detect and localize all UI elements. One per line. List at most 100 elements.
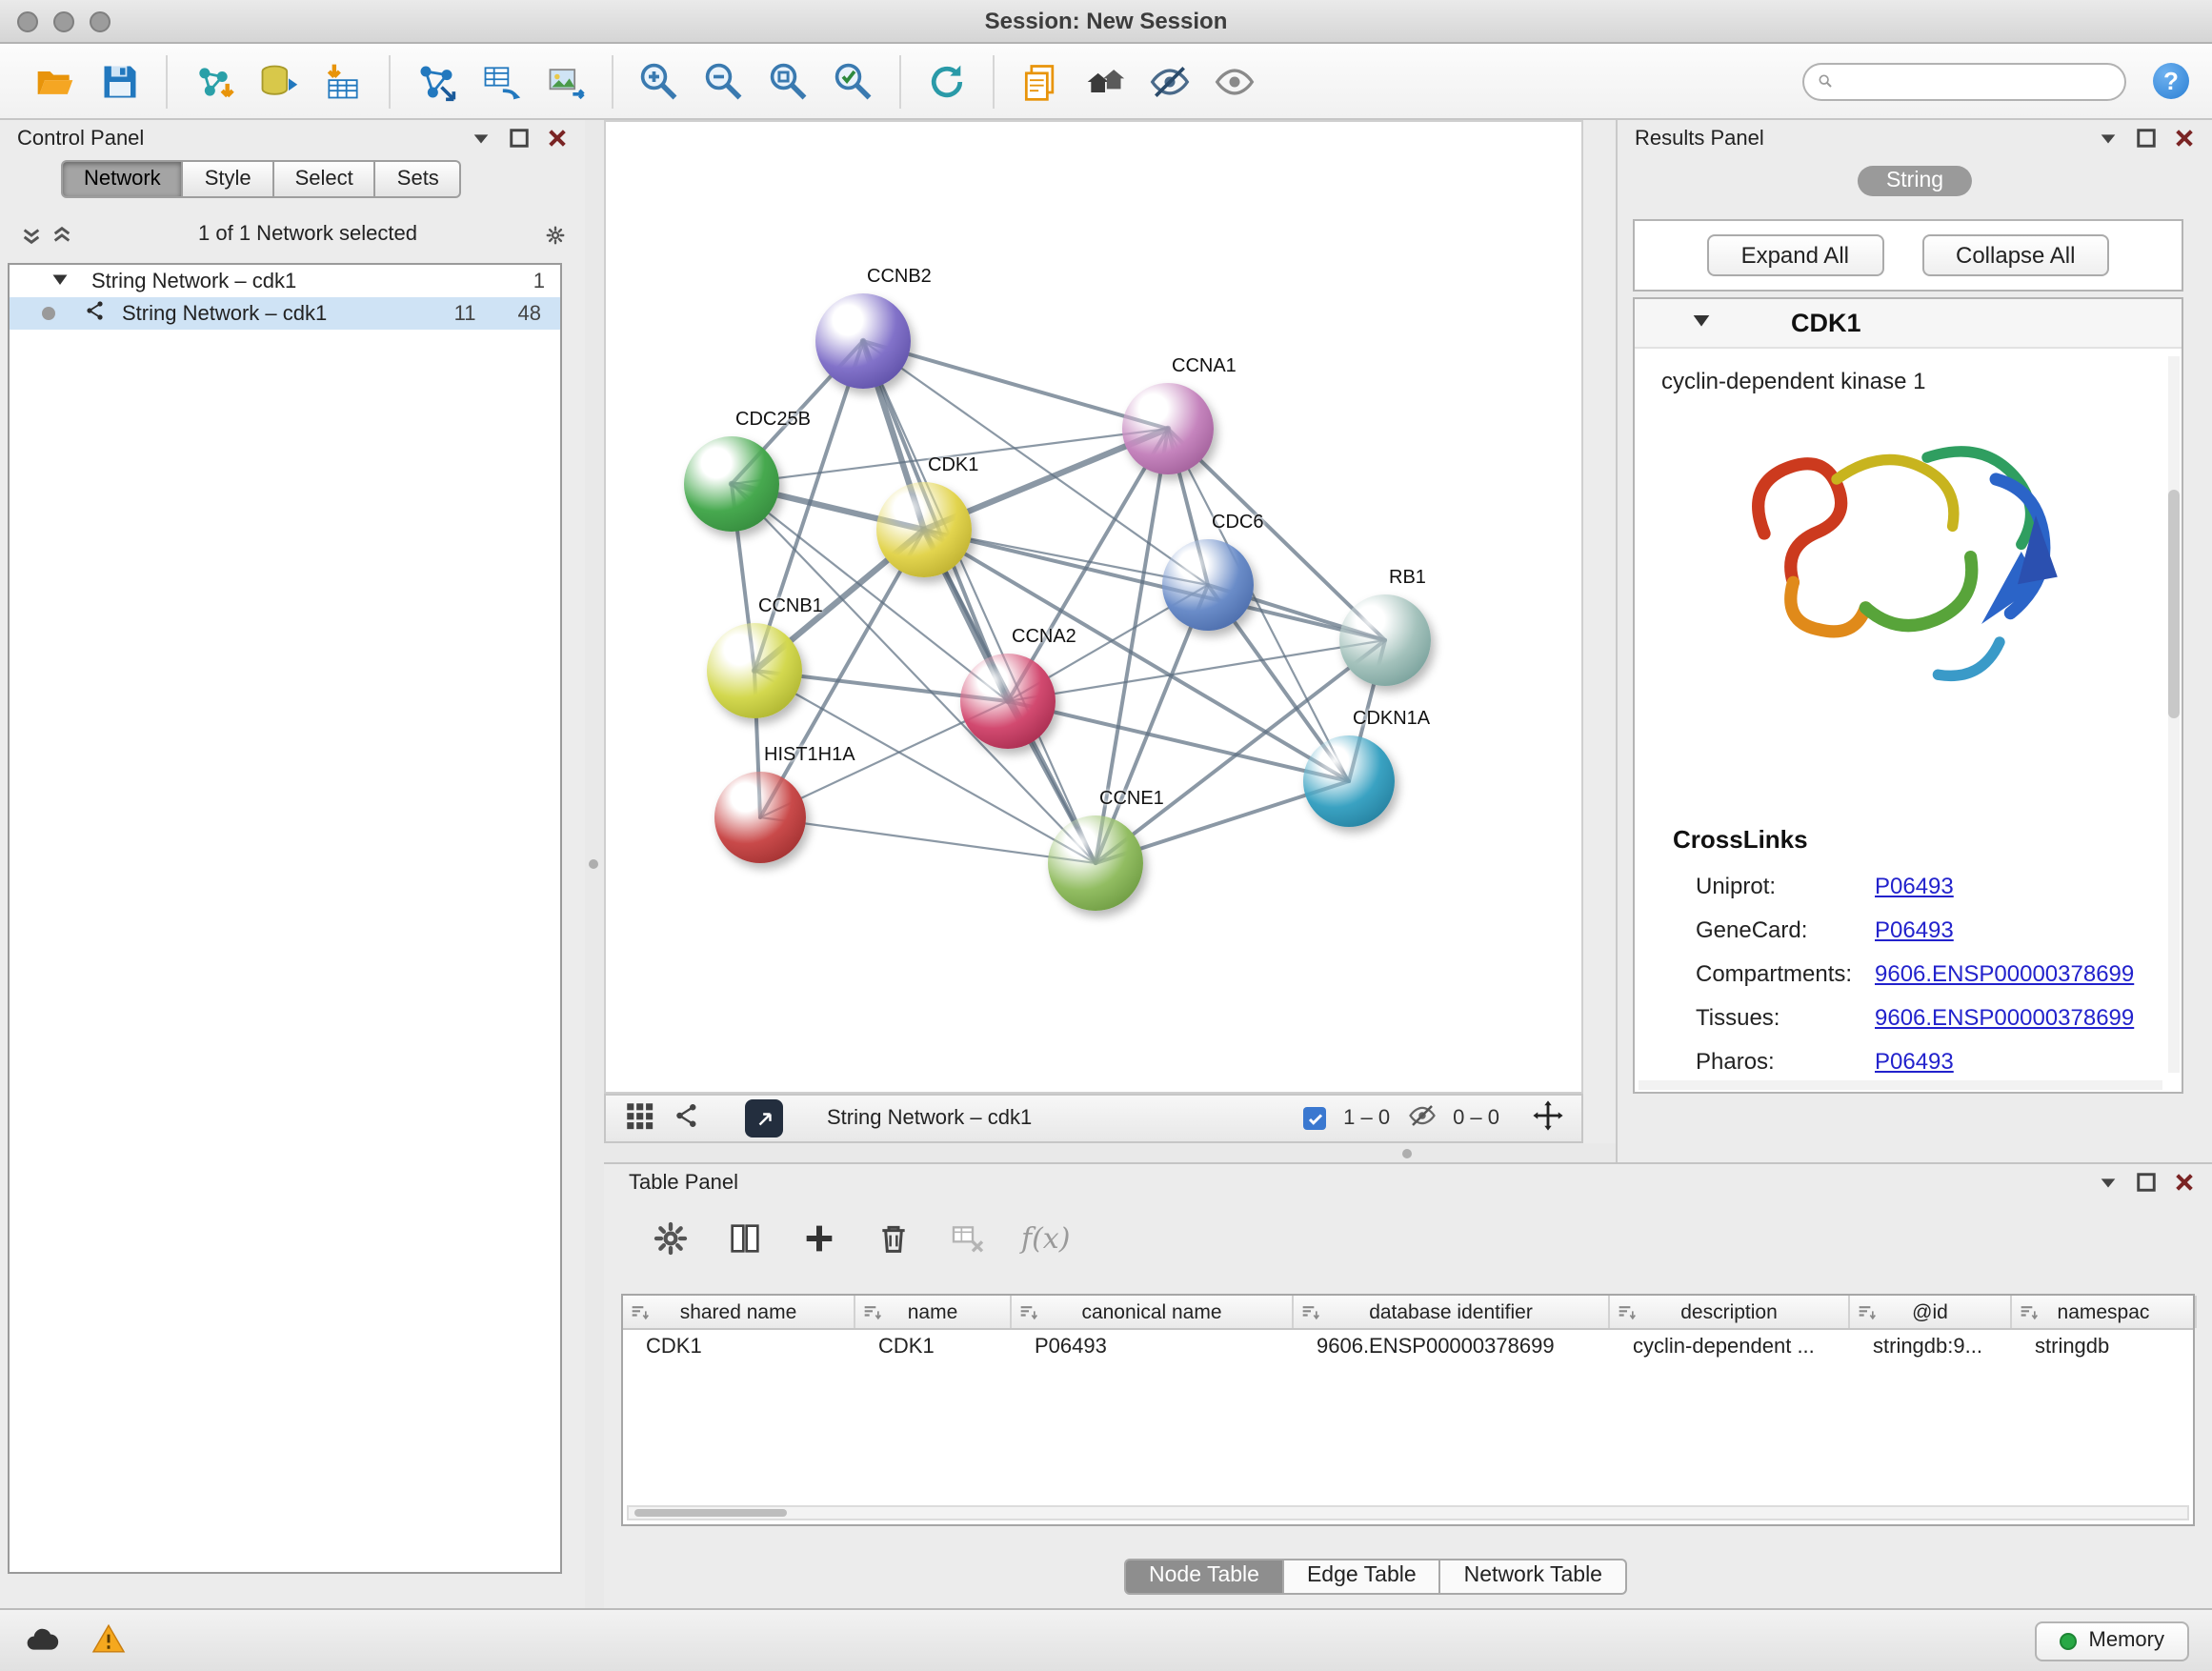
save-session-icon[interactable] xyxy=(97,58,143,104)
gear-icon[interactable] xyxy=(543,223,566,246)
node-cdkn1a[interactable] xyxy=(1303,735,1395,827)
show-columns-icon[interactable] xyxy=(724,1218,766,1259)
panel-menu-icon[interactable] xyxy=(469,127,492,150)
table-horizontal-scrollbar[interactable] xyxy=(627,1505,2189,1520)
search-icon xyxy=(1818,70,1833,91)
table-row[interactable]: CDK1CDK1P064939606.ENSP00000378699cyclin… xyxy=(623,1330,2193,1362)
home-icon[interactable] xyxy=(1082,58,1128,104)
column-header-namespac[interactable]: namespac xyxy=(2012,1296,2197,1328)
import-network-database-icon[interactable] xyxy=(255,58,301,104)
minimize-window-button[interactable] xyxy=(53,11,74,32)
zoom-in-icon[interactable] xyxy=(636,58,682,104)
column-header-description[interactable]: description xyxy=(1610,1296,1850,1328)
zoom-fit-icon[interactable] xyxy=(766,58,812,104)
search-input[interactable] xyxy=(1840,70,2111,92)
cloud-icon[interactable] xyxy=(23,1622,61,1659)
node-label-hist1h1a: HIST1H1A xyxy=(764,745,855,766)
close-panel-icon[interactable] xyxy=(545,127,568,150)
memory-button[interactable]: Memory xyxy=(2036,1621,2189,1661)
birdseye-grid-icon[interactable] xyxy=(623,1099,655,1137)
table-gear-icon[interactable] xyxy=(650,1218,692,1259)
zoom-window-button[interactable] xyxy=(90,11,111,32)
export-image-icon[interactable] xyxy=(543,58,589,104)
import-network-file-icon[interactable] xyxy=(191,58,236,104)
network-canvas[interactable]: CCNB2CCNA1CDC25BCDK1CDC6RB1CCNB1CCNA2CDK… xyxy=(604,120,1583,1094)
network-collection-row[interactable]: String Network – cdk1 1 xyxy=(10,265,560,297)
column-header-database-identifier[interactable]: database identifier xyxy=(1294,1296,1610,1328)
panel-menu-icon[interactable] xyxy=(2096,1171,2119,1194)
results-vertical-scrollbar[interactable] xyxy=(2168,356,2180,1073)
node-hist1h1a[interactable] xyxy=(714,772,806,863)
tab-sets[interactable]: Sets xyxy=(376,160,462,198)
float-panel-icon[interactable] xyxy=(2134,1171,2157,1194)
column-header-shared-name[interactable]: shared name xyxy=(623,1296,855,1328)
open-in-window-icon[interactable] xyxy=(745,1099,783,1137)
network-from-table-icon[interactable] xyxy=(478,58,524,104)
node-ccnb2[interactable] xyxy=(815,293,911,389)
node-label-ccna2: CCNA2 xyxy=(1012,627,1076,648)
collapse-all-icon[interactable] xyxy=(19,223,42,246)
function-builder-icon[interactable]: f(x) xyxy=(1021,1221,1070,1256)
crosslink-value[interactable]: P06493 xyxy=(1875,916,1954,942)
zoom-selected-icon[interactable] xyxy=(831,58,876,104)
disclosure-triangle-icon[interactable] xyxy=(1692,311,1711,335)
close-panel-icon[interactable] xyxy=(2172,127,2195,150)
help-icon[interactable]: ? xyxy=(2153,63,2189,99)
float-panel-icon[interactable] xyxy=(507,127,530,150)
vertical-splitter[interactable] xyxy=(585,120,604,1608)
hidden-eye-slash-icon[interactable] xyxy=(1407,1101,1436,1136)
node-cdc25b[interactable] xyxy=(684,436,779,532)
close-window-button[interactable] xyxy=(17,11,38,32)
add-column-icon[interactable] xyxy=(798,1218,840,1259)
table-cell: CDK1 xyxy=(623,1335,855,1358)
selected-checkbox-icon[interactable] xyxy=(1303,1107,1326,1130)
collapse-all-button[interactable]: Collapse All xyxy=(1921,234,2109,276)
edge-HIST1H1A-CCNE1[interactable] xyxy=(760,817,1096,863)
panel-menu-icon[interactable] xyxy=(2096,127,2119,150)
node-rb1[interactable] xyxy=(1339,594,1431,686)
node-ccna1[interactable] xyxy=(1122,383,1214,474)
results-horizontal-scrollbar[interactable] xyxy=(1639,1080,2162,1090)
tab-network-table[interactable]: Network Table xyxy=(1441,1559,1627,1595)
tab-edge-table[interactable]: Edge Table xyxy=(1284,1559,1441,1595)
edge-CCNB2-CCNE1[interactable] xyxy=(863,341,1096,863)
zoom-out-icon[interactable] xyxy=(701,58,747,104)
network-share-icon[interactable] xyxy=(673,1101,701,1136)
node-cdc6[interactable] xyxy=(1162,539,1254,631)
column-header-name[interactable]: name xyxy=(855,1296,1012,1328)
import-table-icon[interactable] xyxy=(320,58,366,104)
node-ccnb1[interactable] xyxy=(707,623,802,718)
tab-select[interactable]: Select xyxy=(274,160,376,198)
crosslink-value[interactable]: 9606.ENSP00000378699 xyxy=(1875,1003,2134,1030)
delete-table-icon-disabled xyxy=(947,1218,989,1259)
open-file-icon[interactable] xyxy=(32,58,78,104)
node-ccna2[interactable] xyxy=(960,654,1056,749)
column-header--id[interactable]: @id xyxy=(1850,1296,2012,1328)
expand-all-icon[interactable] xyxy=(50,223,72,246)
refresh-icon[interactable] xyxy=(924,58,970,104)
expand-all-button[interactable]: Expand All xyxy=(1707,234,1883,276)
close-panel-icon[interactable] xyxy=(2172,1171,2195,1194)
tab-style[interactable]: Style xyxy=(184,160,274,198)
float-panel-icon[interactable] xyxy=(2134,127,2157,150)
duplicate-network-icon[interactable] xyxy=(1017,58,1063,104)
node-ccne1[interactable] xyxy=(1048,815,1143,911)
crosslink-value[interactable]: 9606.ENSP00000378699 xyxy=(1875,959,2134,986)
tab-node-table[interactable]: Node Table xyxy=(1124,1559,1284,1595)
disclosure-triangle-icon[interactable] xyxy=(51,270,69,292)
network-row-selected[interactable]: String Network – cdk1 11 48 xyxy=(10,297,560,330)
crosslink-value[interactable]: P06493 xyxy=(1875,872,1954,898)
new-network-icon[interactable] xyxy=(413,58,459,104)
tab-string[interactable]: String xyxy=(1858,166,1972,196)
column-header-canonical-name[interactable]: canonical name xyxy=(1012,1296,1294,1328)
table-header-row: shared namenamecanonical namedatabase id… xyxy=(623,1296,2193,1330)
warning-icon[interactable] xyxy=(91,1622,126,1659)
tab-network[interactable]: Network xyxy=(61,160,184,198)
node-cdk1[interactable] xyxy=(876,482,972,577)
show-hide-eye-icon[interactable] xyxy=(1212,58,1257,104)
delete-column-icon[interactable] xyxy=(873,1218,915,1259)
gene-section-header[interactable]: CDK1 xyxy=(1635,299,2182,349)
crosslink-value[interactable]: P06493 xyxy=(1875,1047,1954,1074)
hide-unhide-icon[interactable] xyxy=(1147,58,1193,104)
move-crosshair-icon[interactable] xyxy=(1532,1099,1564,1137)
